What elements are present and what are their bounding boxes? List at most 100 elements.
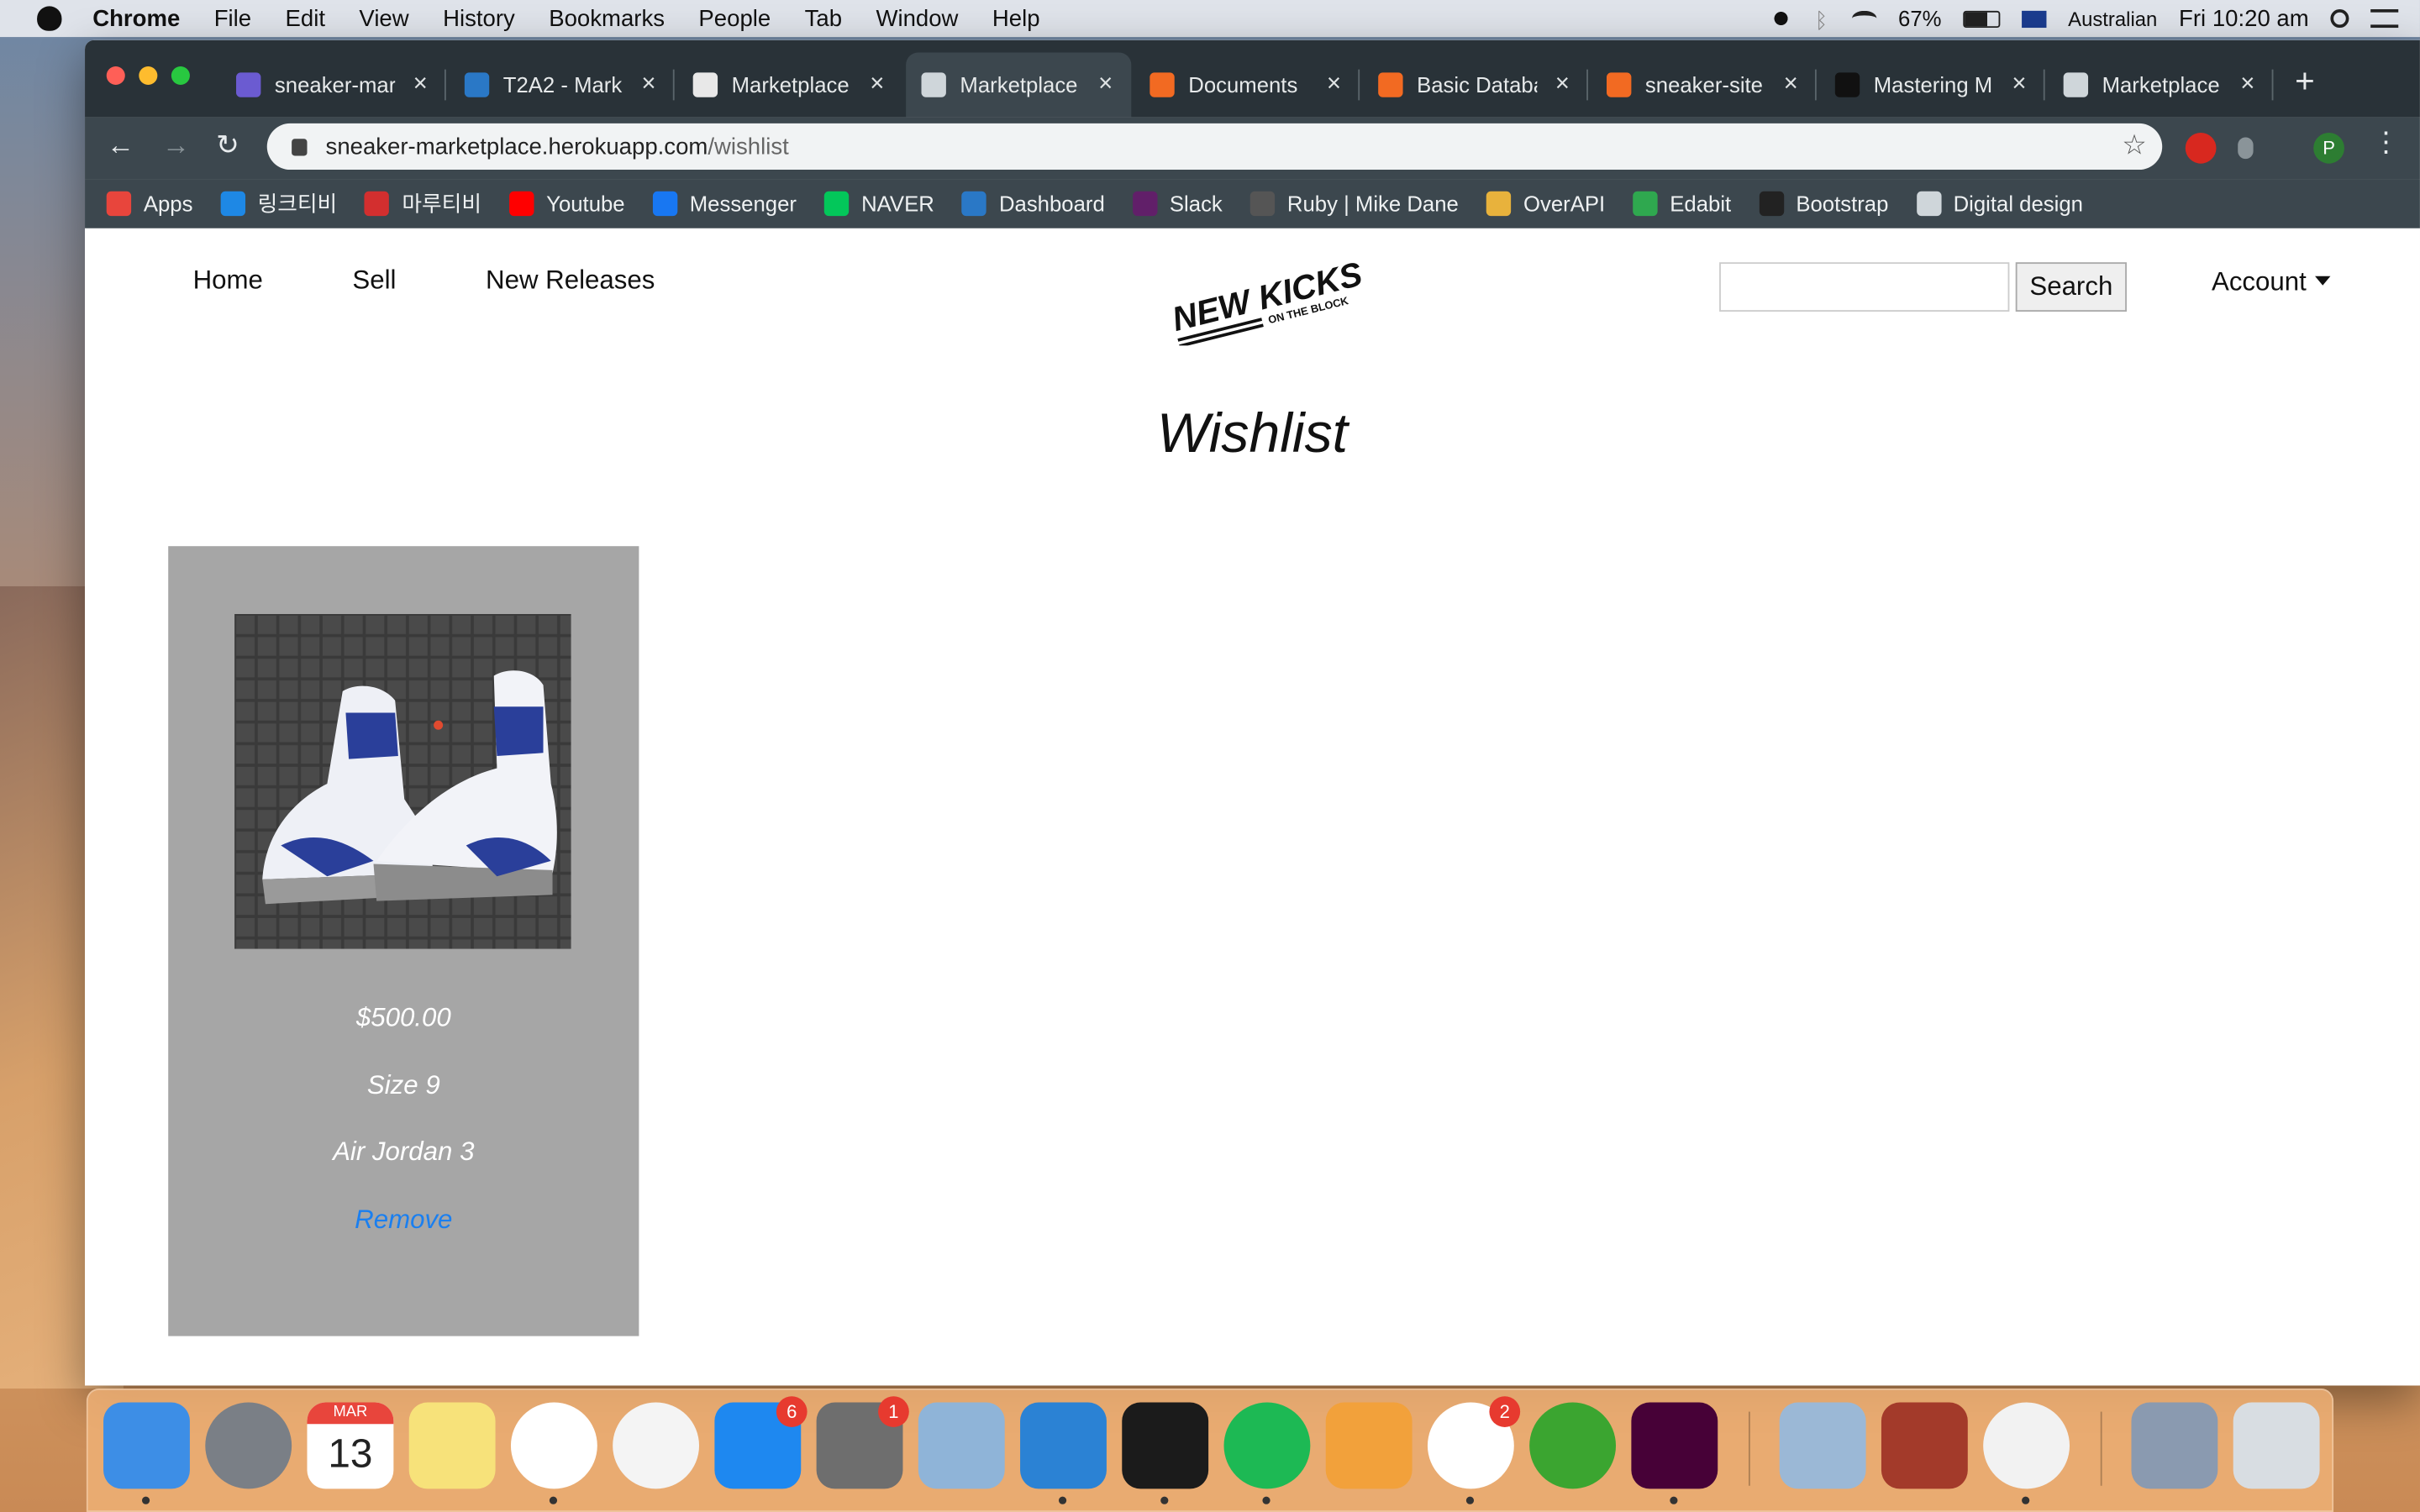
launchpad-icon[interactable]	[205, 1402, 292, 1489]
bookmark-item[interactable]: Dashboard	[961, 191, 1105, 217]
bookmark-item[interactable]: Youtube	[509, 191, 625, 217]
bookmark-favicon-icon	[1249, 191, 1276, 217]
browser-tab[interactable]: Marketplace ×	[2048, 52, 2274, 117]
dictionary-icon[interactable]	[1881, 1402, 1968, 1489]
zoom-window-button[interactable]	[171, 66, 190, 86]
nav-new-releases-link[interactable]: New Releases	[486, 265, 655, 297]
bookmark-item[interactable]: Ruby | Mike Dane	[1249, 191, 1459, 217]
tab-close-icon[interactable]: ×	[870, 71, 884, 98]
tab-close-icon[interactable]: ×	[1555, 71, 1570, 98]
web-page: Home Sell New Releases NEW KICKS ON THE …	[85, 228, 2420, 1386]
browser-tab[interactable]: Marketplace ×	[677, 52, 902, 117]
remove-link[interactable]: Remove	[168, 1205, 639, 1236]
bookmark-item[interactable]: OverAPI	[1486, 191, 1605, 217]
apple-menu-icon[interactable]	[37, 6, 62, 31]
bookmark-item[interactable]: Bootstrap	[1759, 191, 1888, 217]
bookmark-item[interactable]: 마루티비	[365, 188, 481, 219]
chrome-icon[interactable]	[510, 1402, 597, 1504]
input-source-label[interactable]: Australian	[2068, 7, 2157, 30]
adblock-extension-icon[interactable]	[2185, 132, 2217, 164]
menu-tab[interactable]: Tab	[805, 5, 842, 31]
battery-percent[interactable]: 67%	[1898, 6, 1941, 30]
bookmark-item[interactable]: Slack	[1132, 191, 1223, 217]
nav-home-link[interactable]: Home	[193, 265, 263, 297]
bookmark-item[interactable]: Edabit	[1633, 191, 1731, 217]
profile-avatar[interactable]: P	[2313, 132, 2344, 164]
notes-icon[interactable]	[408, 1402, 496, 1489]
system-preferences-icon[interactable]: 1	[816, 1396, 909, 1489]
tab-title: Marketplace	[960, 72, 1078, 97]
tab-close-icon[interactable]: ×	[1784, 71, 1798, 98]
utorrent-icon[interactable]	[1529, 1402, 1617, 1489]
new-tab-button[interactable]: +	[2295, 61, 2315, 102]
app-store-icon[interactable]: 6	[714, 1396, 808, 1489]
preview-icon[interactable]	[918, 1402, 1005, 1489]
close-window-button[interactable]	[106, 66, 125, 86]
browser-tab[interactable]: Mastering M ×	[1819, 52, 2045, 117]
pages-icon[interactable]	[1325, 1402, 1413, 1489]
browser-tab[interactable]: Basic Databa ×	[1363, 52, 1588, 117]
browser-tab[interactable]: Documents ×	[1134, 52, 1360, 117]
menu-app-name[interactable]: Chrome	[92, 5, 180, 31]
vscode-icon[interactable]	[1020, 1402, 1107, 1504]
wifi-icon[interactable]	[1851, 10, 1877, 26]
tab-separator	[672, 69, 675, 101]
search-input[interactable]	[1719, 262, 2010, 312]
calendar-icon[interactable]: MAR 13	[307, 1402, 394, 1489]
adobe-xd-icon[interactable]	[1631, 1402, 1718, 1504]
terminal-icon[interactable]	[1122, 1402, 1209, 1504]
finder-icon[interactable]	[103, 1402, 190, 1504]
bookmark-label: 링크티비	[257, 191, 338, 217]
menu-edit[interactable]: Edit	[286, 5, 325, 31]
menu-file[interactable]: File	[214, 5, 251, 31]
bookmark-item[interactable]: 링크티비	[220, 188, 338, 219]
sequel-pro-icon[interactable]	[1983, 1402, 2070, 1504]
lock-icon[interactable]	[292, 138, 308, 155]
browser-tab[interactable]: T2A2 - Mark ×	[449, 52, 675, 117]
battery-icon[interactable]	[1963, 9, 2001, 28]
trash-icon[interactable]	[2233, 1402, 2320, 1489]
spotify-icon[interactable]	[1223, 1402, 1311, 1504]
menu-people[interactable]: People	[698, 5, 771, 31]
account-dropdown[interactable]: Account	[2212, 267, 2331, 298]
bookmark-item[interactable]: NAVER	[824, 191, 934, 217]
bookmark-item[interactable]: Digital design	[1916, 191, 2083, 217]
tab-close-icon[interactable]: ×	[2240, 71, 2254, 98]
bookmark-item[interactable]: Apps	[106, 191, 192, 217]
tab-close-icon[interactable]: ×	[1327, 71, 1341, 98]
nav-sell-link[interactable]: Sell	[352, 265, 396, 297]
tab-close-icon[interactable]: ×	[1098, 71, 1113, 98]
menu-window[interactable]: Window	[876, 5, 958, 31]
creative-cloud-icon[interactable]	[1768, 8, 1794, 29]
tab-close-icon[interactable]: ×	[413, 71, 428, 98]
browser-tab[interactable]: sneaker-mar ×	[221, 52, 446, 117]
menu-history[interactable]: History	[443, 5, 515, 31]
spotlight-search-icon[interactable]	[2330, 9, 2349, 29]
tab-close-icon[interactable]: ×	[641, 71, 655, 98]
search-button[interactable]: Search	[2015, 262, 2127, 312]
reload-icon[interactable]: ↻	[216, 129, 239, 162]
notification-center-icon[interactable]	[2370, 9, 2399, 29]
extension-icon[interactable]	[2238, 137, 2254, 160]
slack-icon[interactable]: 2	[1427, 1396, 1521, 1504]
browser-tab[interactable]: Marketplace ×	[906, 52, 1132, 118]
chrome-menu-icon[interactable]: ⋮	[2372, 127, 2400, 160]
tab-close-icon[interactable]: ×	[2012, 71, 2026, 98]
forward-arrow-icon[interactable]: →	[162, 129, 190, 162]
back-arrow-icon[interactable]: ←	[107, 129, 134, 162]
menu-bookmarks[interactable]: Bookmarks	[549, 5, 665, 31]
bookmark-favicon-icon	[220, 191, 245, 217]
mail-icon[interactable]	[1779, 1402, 1866, 1489]
bluetooth-icon[interactable]: ᛒ	[1815, 8, 1830, 32]
menu-help[interactable]: Help	[992, 5, 1040, 31]
new-kicks-logo[interactable]: NEW KICKS ON THE BLOCK	[1165, 256, 1366, 346]
downloads-icon[interactable]	[2131, 1402, 2218, 1489]
photos-icon[interactable]	[613, 1402, 700, 1489]
minimize-window-button[interactable]	[139, 66, 158, 86]
menu-view[interactable]: View	[359, 5, 408, 31]
bookmark-star-icon[interactable]: ☆	[2122, 129, 2147, 162]
browser-tab[interactable]: sneaker-site ×	[1591, 52, 1817, 117]
address-bar[interactable]: sneaker-marketplace.herokuapp.com/wishli…	[266, 123, 2163, 171]
menubar-clock[interactable]: Fri 10:20 am	[2179, 5, 2309, 31]
bookmark-item[interactable]: Messenger	[652, 191, 797, 217]
